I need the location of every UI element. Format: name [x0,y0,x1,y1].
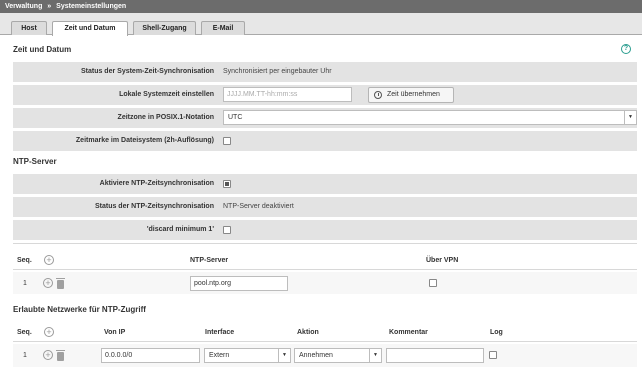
local-time-input[interactable]: JJJJ.MM.TT-hh:mm:ss [223,87,352,102]
net-col-aktion: Aktion [297,329,319,336]
ntp-activate-label: Aktiviere NTP-Zeitsynchronisation [99,180,214,187]
tab-email[interactable]: E-Mail [201,21,245,35]
row-fs-timestamp: Zeitmarke im Dateisystem (2h-Auflösung) [13,131,637,151]
ntp-row-seq: 1 [23,280,27,287]
von-ip-input[interactable]: 0.0.0.0/0 [101,348,200,363]
ntp-status-value: NTP-Server deaktiviert [223,203,294,210]
breadcrumb: Verwaltung » Systemeinstellungen [0,0,642,13]
add-network-icon[interactable]: + [44,327,54,337]
section-title-networks: Erlaubte Netzwerke für NTP-Zugriff [13,305,146,314]
divider [13,243,637,244]
trash-icon[interactable] [56,350,65,361]
divider [13,341,637,342]
row-timezone: Zeitzone in POSIX.1-Notation UTC ▼ [13,108,637,128]
tab-strip: Host Zeit und Datum Shell-Zugang E-Mail [0,13,642,36]
kommentar-input[interactable] [386,348,484,363]
sync-status-value: Synchronisiert per eingebauter Uhr [223,68,332,75]
chevron-down-icon: ▼ [624,111,636,124]
chevron-down-icon: ▼ [369,349,381,362]
timezone-label: Zeitzone in POSIX.1-Notation [117,114,214,121]
fs-timestamp-label: Zeitmarke im Dateisystem (2h-Auflösung) [75,137,214,144]
net-col-interface: Interface [205,329,235,336]
fs-timestamp-checkbox[interactable] [223,137,231,145]
breadcrumb-root[interactable]: Verwaltung [5,3,42,10]
divider [13,269,637,270]
net-col-von-ip: Von IP [104,329,126,336]
net-row-seq: 1 [23,352,27,359]
sync-status-label: Status der System-Zeit-Synchronisation [80,68,214,75]
ntp-col-server: NTP-Server [190,257,229,264]
discard-checkbox[interactable] [223,226,231,234]
log-checkbox[interactable] [489,351,497,359]
net-col-log: Log [490,329,503,336]
timezone-select[interactable]: UTC ▼ [223,110,637,125]
discard-label: 'discard minimum 1' [146,226,214,233]
apply-time-button-label: Zeit übernehmen [387,91,440,98]
ntp-status-label: Status der NTP-Zeitsynchronisation [94,203,214,210]
table-row: 1 + 0.0.0.0/0 Extern ▼ Annehmen ▼ [13,344,637,367]
ntp-vpn-checkbox[interactable] [429,279,437,287]
row-ntp-status: Status der NTP-Zeitsynchronisation NTP-S… [13,197,637,217]
net-col-kommentar: Kommentar [389,329,428,336]
settings-panel: Zeit und Datum ? Status der System-Zeit-… [9,36,637,371]
interface-select[interactable]: Extern ▼ [204,348,291,363]
row-discard: 'discard minimum 1' [13,220,637,240]
table-row: 1 + pool.ntp.org [13,272,637,294]
breadcrumb-separator: » [47,3,52,10]
row-sync-status: Status der System-Zeit-Synchronisation S… [13,62,637,82]
chevron-down-icon: ▼ [278,349,290,362]
aktion-select[interactable]: Annehmen ▼ [294,348,382,363]
tab-shell-zugang[interactable]: Shell-Zugang [133,21,196,35]
row-ntp-activate: Aktiviere NTP-Zeitsynchronisation [13,174,637,194]
tab-host[interactable]: Host [11,21,47,35]
breadcrumb-current: Systemeinstellungen [56,3,127,10]
ntp-col-vpn: Über VPN [426,257,459,264]
tab-zeit-und-datum[interactable]: Zeit und Datum [52,21,128,36]
aktion-value: Annehmen [299,352,333,359]
ntp-col-seq: Seq. [17,257,32,264]
help-icon[interactable]: ? [621,44,631,54]
trash-icon[interactable] [56,278,65,289]
row-local-time: Lokale Systemzeit einstellen JJJJ.MM.TT-… [13,85,637,105]
clock-icon [374,91,382,99]
section-title-zeit: Zeit und Datum [13,45,72,54]
timezone-value: UTC [228,114,243,121]
net-col-seq: Seq. [17,329,32,336]
apply-time-button[interactable]: Zeit übernehmen [368,87,454,103]
ntp-activate-checkbox[interactable] [223,180,231,188]
interface-value: Extern [209,352,230,359]
add-row-icon[interactable]: + [43,350,53,360]
add-ntp-server-icon[interactable]: + [44,255,54,265]
local-time-label: Lokale Systemzeit einstellen [119,91,214,98]
add-row-icon[interactable]: + [43,278,53,288]
section-title-ntp: NTP-Server [13,157,57,166]
ntp-server-input[interactable]: pool.ntp.org [190,276,288,291]
